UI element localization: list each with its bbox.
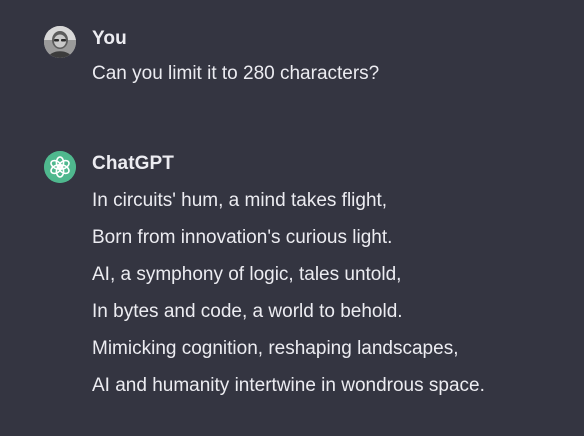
assistant-avatar xyxy=(44,151,76,183)
message-author: You xyxy=(92,28,127,49)
message-line: In circuits' hum, a mind takes flight, xyxy=(92,190,388,211)
user-avatar xyxy=(44,26,76,58)
message-line: Born from innovation's curious light. xyxy=(92,227,393,248)
message-line: AI and humanity intertwine in wondrous s… xyxy=(92,375,485,396)
message-line: Mimicking cognition, reshaping landscape… xyxy=(92,338,459,359)
message-line: In bytes and code, a world to behold. xyxy=(92,301,403,322)
message-line: AI, a symphony of logic, tales untold, xyxy=(92,264,402,285)
openai-logo-icon xyxy=(44,151,76,183)
message-text: In circuits' hum, a mind takes flight, B… xyxy=(92,182,485,404)
message-line: Can you limit it to 280 characters? xyxy=(92,63,380,84)
user-avatar-photo-icon xyxy=(44,26,76,58)
message-text: Can you limit it to 280 characters? xyxy=(92,55,379,92)
message-author: ChatGPT xyxy=(92,153,174,174)
